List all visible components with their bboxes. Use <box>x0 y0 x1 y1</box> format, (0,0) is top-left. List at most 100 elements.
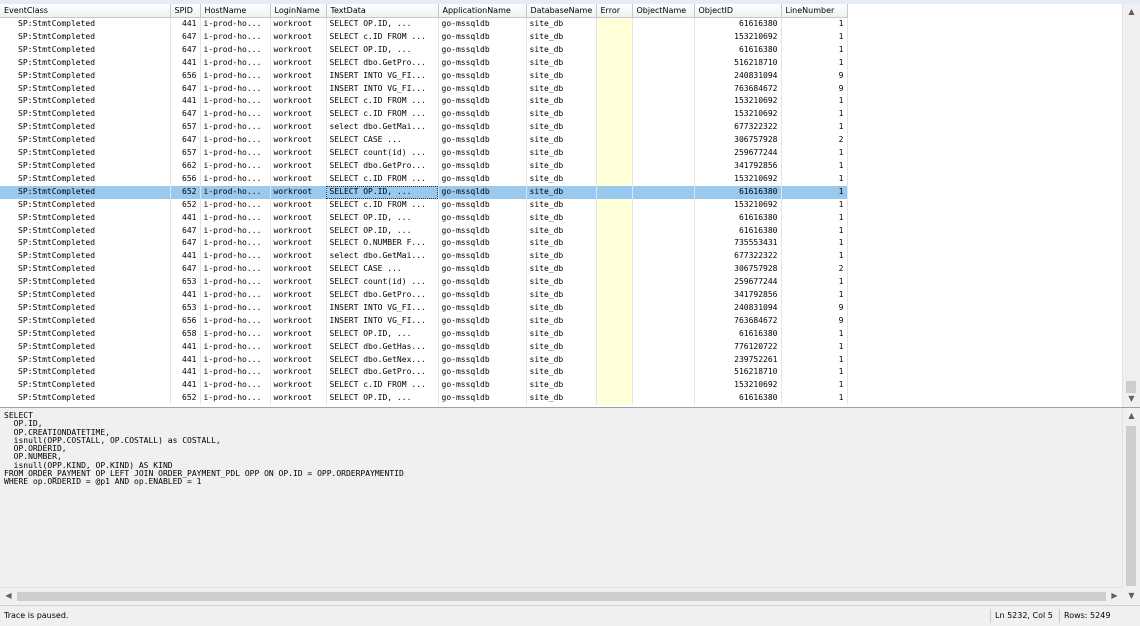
cell-textdata[interactable]: SELECT c.ID FROM ... <box>326 379 439 393</box>
cell-objectid[interactable]: 153210692 <box>694 172 782 186</box>
cell-eventclass[interactable]: SP:StmtCompleted <box>0 17 171 31</box>
cell-loginname[interactable]: workroot <box>270 95 327 109</box>
cell-applicationname[interactable]: go-mssqldb <box>438 366 527 380</box>
cell-linenumber[interactable]: 1 <box>781 121 848 135</box>
cell-error[interactable] <box>596 172 633 186</box>
cell-linenumber[interactable]: 1 <box>781 340 848 354</box>
cell-applicationname[interactable]: go-mssqldb <box>438 392 527 406</box>
cell-spid[interactable]: 647 <box>170 134 201 148</box>
table-row[interactable]: SP:StmtCompleted 441 i-prod-ho... workroot S… <box>0 366 848 380</box>
cell-applicationname[interactable]: go-mssqldb <box>438 301 527 315</box>
detail-scroll-up-arrow-icon[interactable]: ▲ <box>1123 408 1140 424</box>
cell-linenumber[interactable]: 9 <box>781 69 848 83</box>
cell-applicationname[interactable]: go-mssqldb <box>438 263 527 277</box>
cell-loginname[interactable]: workroot <box>270 379 327 393</box>
cell-eventclass[interactable]: SP:StmtCompleted <box>0 276 171 290</box>
table-row[interactable]: SP:StmtCompleted 647 i-prod-ho... workroot S… <box>0 263 848 277</box>
cell-loginname[interactable]: workroot <box>270 69 327 83</box>
table-row[interactable]: SP:StmtCompleted 653 i-prod-ho... workroot S… <box>0 276 848 290</box>
table-row[interactable]: SP:StmtCompleted 652 i-prod-ho... workroot S… <box>0 392 848 406</box>
cell-linenumber[interactable]: 9 <box>781 82 848 96</box>
cell-eventclass[interactable]: SP:StmtCompleted <box>0 121 171 135</box>
cell-linenumber[interactable]: 1 <box>781 366 848 380</box>
scroll-right-arrow-icon[interactable]: ▶ <box>1106 588 1123 604</box>
cell-objectid[interactable]: 259677244 <box>694 147 782 160</box>
cell-objectid[interactable]: 61616380 <box>694 327 782 341</box>
cell-linenumber[interactable]: 1 <box>781 30 848 44</box>
cell-hostname[interactable]: i-prod-ho... <box>200 82 271 96</box>
cell-applicationname[interactable]: go-mssqldb <box>438 314 527 328</box>
cell-textdata[interactable]: SELECT count(id) ... <box>326 147 439 160</box>
cell-loginname[interactable]: workroot <box>270 353 327 367</box>
cell-hostname[interactable]: i-prod-ho... <box>200 314 271 328</box>
cell-error[interactable] <box>596 95 633 109</box>
cell-objectid[interactable]: 516218710 <box>694 366 782 380</box>
detail-hscroll-thumb[interactable] <box>17 592 1106 601</box>
cell-applicationname[interactable]: go-mssqldb <box>438 250 527 264</box>
table-row[interactable]: SP:StmtCompleted 647 i-prod-ho... workroot I… <box>0 82 848 96</box>
cell-objectname[interactable] <box>632 108 695 122</box>
cell-hostname[interactable]: i-prod-ho... <box>200 134 271 148</box>
cell-spid[interactable]: 441 <box>170 211 201 225</box>
column-header-databasename[interactable]: DatabaseName <box>526 4 597 18</box>
cell-spid[interactable]: 441 <box>170 340 201 354</box>
table-row[interactable]: SP:StmtCompleted 656 i-prod-ho... workroot I… <box>0 69 848 83</box>
cell-applicationname[interactable]: go-mssqldb <box>438 69 527 83</box>
table-row[interactable]: SP:StmtCompleted 441 i-prod-ho... workroot s… <box>0 250 848 264</box>
cell-linenumber[interactable]: 1 <box>781 211 848 225</box>
cell-linenumber[interactable]: 1 <box>781 353 848 367</box>
cell-hostname[interactable]: i-prod-ho... <box>200 392 271 406</box>
cell-hostname[interactable]: i-prod-ho... <box>200 198 271 212</box>
cell-objectname[interactable] <box>632 43 695 57</box>
cell-error[interactable] <box>596 224 633 238</box>
cell-applicationname[interactable]: go-mssqldb <box>438 327 527 341</box>
cell-objectname[interactable] <box>632 134 695 148</box>
cell-error[interactable] <box>596 147 633 160</box>
cell-spid[interactable]: 657 <box>170 121 201 135</box>
cell-eventclass[interactable]: SP:StmtCompleted <box>0 366 171 380</box>
cell-databasename[interactable]: site_db <box>526 159 597 173</box>
column-header-objectname[interactable]: ObjectName <box>632 4 695 18</box>
cell-eventclass[interactable]: SP:StmtCompleted <box>0 289 171 302</box>
table-row[interactable]: SP:StmtCompleted 647 i-prod-ho... workroot S… <box>0 237 848 251</box>
cell-databasename[interactable]: site_db <box>526 134 597 148</box>
cell-applicationname[interactable]: go-mssqldb <box>438 82 527 96</box>
table-row[interactable]: SP:StmtCompleted 441 i-prod-ho... workroot S… <box>0 353 848 367</box>
cell-eventclass[interactable]: SP:StmtCompleted <box>0 301 171 315</box>
cell-applicationname[interactable]: go-mssqldb <box>438 95 527 109</box>
cell-objectname[interactable] <box>632 82 695 96</box>
cell-eventclass[interactable]: SP:StmtCompleted <box>0 30 171 44</box>
table-row[interactable]: SP:StmtCompleted 647 i-prod-ho... workroot S… <box>0 108 848 122</box>
cell-loginname[interactable]: workroot <box>270 185 327 199</box>
cell-objectname[interactable] <box>632 379 695 393</box>
cell-error[interactable] <box>596 159 633 173</box>
cell-linenumber[interactable]: 1 <box>781 224 848 238</box>
cell-objectid[interactable]: 153210692 <box>694 379 782 393</box>
cell-objectname[interactable] <box>632 263 695 277</box>
cell-objectid[interactable]: 306757928 <box>694 134 782 148</box>
cell-error[interactable] <box>596 134 633 148</box>
cell-spid[interactable]: 647 <box>170 224 201 238</box>
cell-objectname[interactable] <box>632 392 695 406</box>
scroll-down-arrow-icon[interactable]: ▼ <box>1123 391 1140 407</box>
cell-objectid[interactable]: 240831094 <box>694 301 782 315</box>
cell-applicationname[interactable]: go-mssqldb <box>438 237 527 251</box>
cell-databasename[interactable]: site_db <box>526 172 597 186</box>
cell-objectid[interactable]: 763684672 <box>694 314 782 328</box>
cell-objectname[interactable] <box>632 289 695 302</box>
cell-linenumber[interactable]: 1 <box>781 159 848 173</box>
cell-error[interactable] <box>596 211 633 225</box>
cell-spid[interactable]: 652 <box>170 198 201 212</box>
cell-loginname[interactable]: workroot <box>270 134 327 148</box>
cell-applicationname[interactable]: go-mssqldb <box>438 224 527 238</box>
cell-objectid[interactable]: 153210692 <box>694 95 782 109</box>
cell-eventclass[interactable]: SP:StmtCompleted <box>0 82 171 96</box>
table-row[interactable]: SP:StmtCompleted 656 i-prod-ho... workroot I… <box>0 314 848 328</box>
cell-linenumber[interactable]: 1 <box>781 327 848 341</box>
column-header-applicationname[interactable]: ApplicationName <box>438 4 527 18</box>
cell-error[interactable] <box>596 108 633 122</box>
cell-objectid[interactable]: 677322322 <box>694 121 782 135</box>
cell-hostname[interactable]: i-prod-ho... <box>200 224 271 238</box>
cell-hostname[interactable]: i-prod-ho... <box>200 379 271 393</box>
cell-applicationname[interactable]: go-mssqldb <box>438 108 527 122</box>
